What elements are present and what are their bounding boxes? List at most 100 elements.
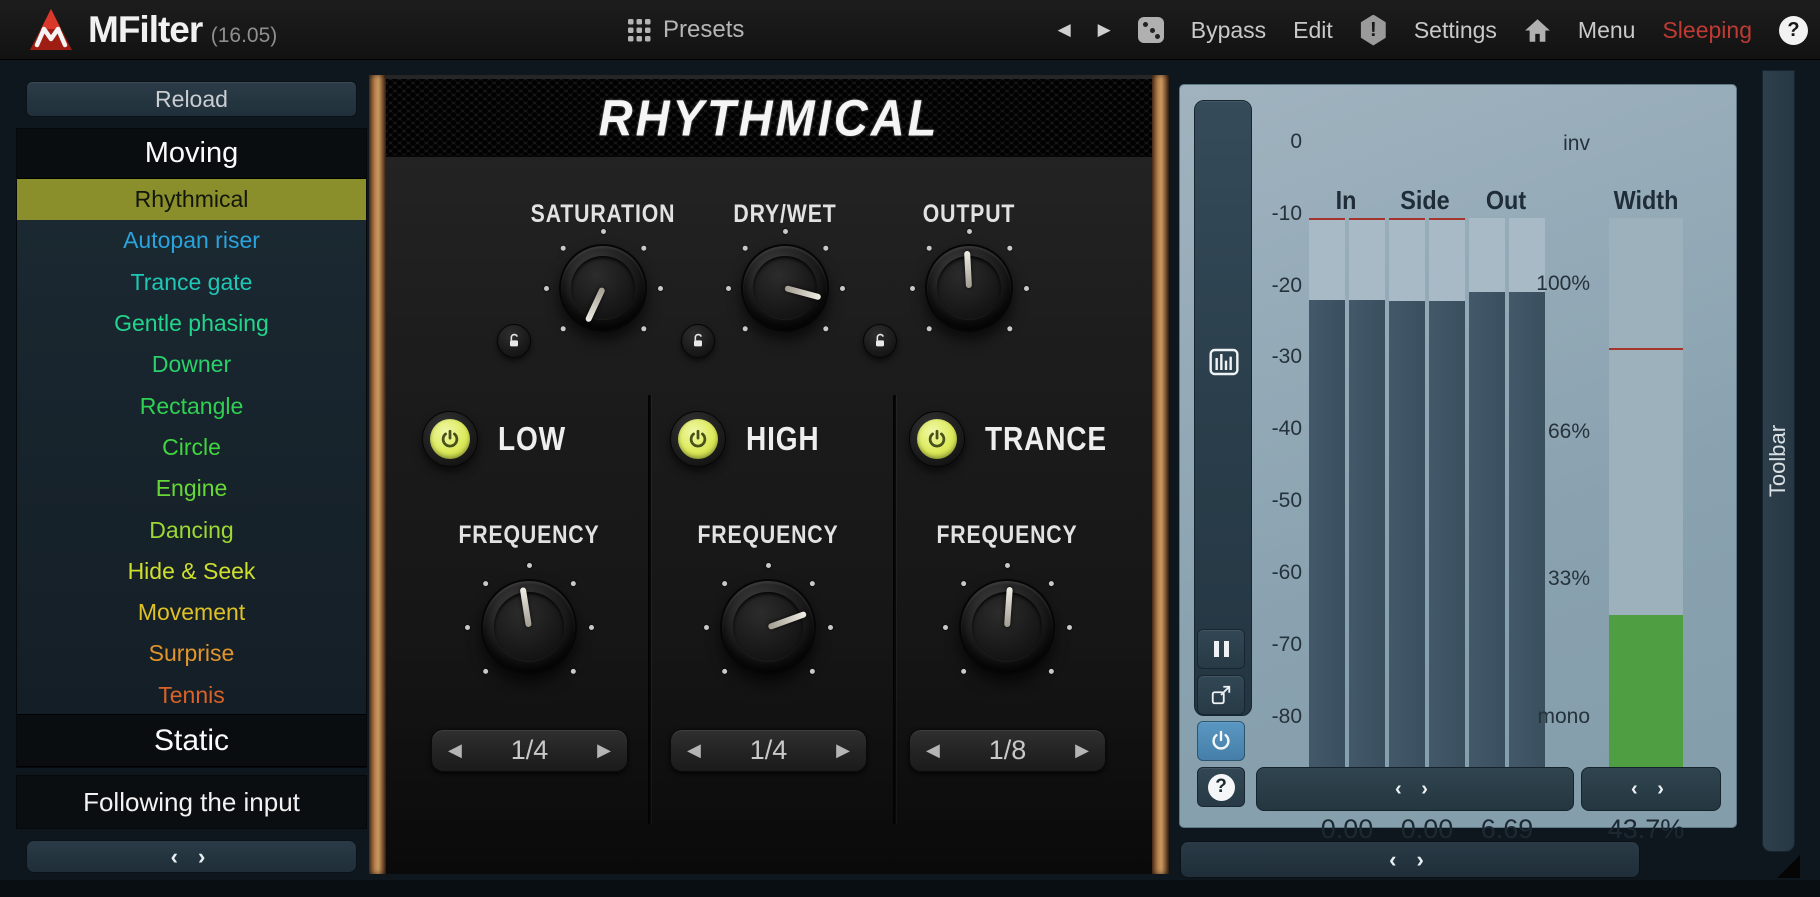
saturation-lock-icon[interactable]	[497, 324, 531, 358]
speaker-grille: RHYTHMICAL	[386, 79, 1152, 157]
decrement-icon[interactable]	[687, 740, 701, 761]
meters-help-button[interactable]: ?	[1197, 767, 1245, 807]
wood-trim-right	[1152, 75, 1169, 874]
settings-button[interactable]: Settings	[1414, 17, 1497, 44]
saturation-knob[interactable]	[559, 244, 647, 332]
division-value: 1/8	[940, 735, 1075, 766]
toolbar-collapse-strip[interactable]: Toolbar	[1762, 70, 1795, 852]
melda-logo-icon[interactable]	[28, 7, 74, 53]
analyzer-collapse-handle[interactable]	[1194, 100, 1252, 716]
division-value: 1/4	[462, 735, 597, 766]
bypass-button[interactable]: Bypass	[1191, 17, 1266, 44]
frequency-label: FREQUENCY	[905, 521, 1109, 550]
power-icon	[678, 419, 718, 459]
output-knob[interactable]	[925, 244, 1013, 332]
drywet-lock-icon[interactable]	[681, 324, 715, 358]
app-title: MFilter	[88, 9, 202, 50]
width-scrollbar[interactable]: ‹ ›	[1581, 767, 1721, 811]
knob-pointer	[1004, 586, 1013, 627]
trance-band-power-button[interactable]	[909, 411, 965, 467]
low-band-label: LOW	[498, 420, 566, 458]
meters-scrollbar[interactable]: ‹ ›	[1256, 767, 1574, 811]
preset-item[interactable]: Autopan riser	[17, 220, 366, 261]
drywet-knob[interactable]	[741, 244, 829, 332]
trance-frequency-knob[interactable]	[959, 579, 1055, 675]
knob-pointer	[784, 285, 821, 300]
preset-item-selected[interactable]: Rhythmical	[17, 179, 366, 220]
db-tick: -30	[1240, 345, 1302, 369]
popout-button[interactable]	[1197, 675, 1245, 715]
preset-item[interactable]: Rectangle	[17, 385, 366, 426]
top-toolbar: MFilter (16.05) Presets Bypass Edit Sett…	[0, 0, 1820, 60]
low-division-selector[interactable]: 1/4	[431, 729, 628, 772]
device-face: RHYTHMICAL SATURATION DRY/WET OUTPUT	[386, 75, 1152, 874]
preset-item[interactable]: Movement	[17, 592, 366, 633]
width-tick: mono	[1520, 705, 1590, 729]
warning-icon[interactable]	[1360, 15, 1387, 46]
preset-item[interactable]: Trance gate	[17, 262, 366, 303]
wood-trim-left	[369, 75, 386, 874]
scroll-chevrons-icon: ‹ ›	[1631, 778, 1671, 801]
low-frequency-knob[interactable]	[481, 579, 577, 675]
preset-item[interactable]: Hide & Seek	[17, 551, 366, 592]
presets-button[interactable]: Presets	[628, 0, 744, 60]
bottom-edge	[0, 880, 1820, 897]
trance-band-label: TRANCE	[985, 420, 1107, 458]
width-tick: 66%	[1520, 420, 1590, 444]
power-icon	[430, 419, 470, 459]
high-division-selector[interactable]: 1/4	[670, 729, 867, 772]
width-tick: 100%	[1520, 272, 1590, 296]
meter-panel: ? In Side Out Width 0 -10 -20 -30 -40 -5…	[1179, 84, 1737, 828]
decrement-icon[interactable]	[926, 740, 940, 761]
decrement-icon[interactable]	[448, 740, 462, 761]
home-icon[interactable]	[1524, 18, 1551, 43]
preset-item[interactable]: Circle	[17, 427, 366, 468]
low-band-power-button[interactable]	[422, 411, 478, 467]
preset-group-moving[interactable]: Moving	[17, 129, 366, 179]
bottom-scrollbar[interactable]: ‹ ›	[1180, 841, 1640, 878]
previous-preset-icon[interactable]	[1058, 20, 1071, 40]
preset-item[interactable]: Engine	[17, 468, 366, 509]
meter-out-left	[1469, 218, 1505, 810]
window-resize-grip[interactable]	[1777, 855, 1800, 878]
high-band-power-button[interactable]	[670, 411, 726, 467]
preset-item[interactable]: Surprise	[17, 633, 366, 674]
random-preset-icon[interactable]	[1138, 17, 1164, 43]
next-preset-icon[interactable]	[1098, 20, 1111, 40]
logo-wrap: MFilter (16.05)	[28, 7, 277, 53]
division-value: 1/4	[701, 735, 836, 766]
increment-icon[interactable]	[836, 740, 850, 761]
preset-item[interactable]: Tennis	[17, 675, 366, 716]
sleeping-status[interactable]: Sleeping	[1662, 17, 1752, 44]
meters-power-button[interactable]	[1197, 721, 1245, 761]
db-tick: -60	[1240, 561, 1302, 585]
help-icon[interactable]: ?	[1779, 16, 1808, 45]
increment-icon[interactable]	[597, 740, 611, 761]
band-divider	[648, 395, 651, 824]
drywet-label: DRY/WET	[683, 200, 887, 229]
output-lock-icon[interactable]	[863, 324, 897, 358]
reload-button[interactable]: Reload	[26, 81, 357, 117]
high-frequency-knob[interactable]	[720, 579, 816, 675]
plugin-window: MFilter (16.05) Presets Bypass Edit Sett…	[0, 0, 1820, 897]
trance-division-selector[interactable]: 1/8	[909, 729, 1106, 772]
edit-button[interactable]: Edit	[1293, 17, 1333, 44]
width-peak-line	[1609, 348, 1683, 350]
increment-icon[interactable]	[1075, 740, 1089, 761]
menu-button[interactable]: Menu	[1578, 17, 1636, 44]
power-icon	[1209, 729, 1233, 753]
preset-item[interactable]: Gentle phasing	[17, 303, 366, 344]
meter-width	[1609, 218, 1683, 810]
preset-item[interactable]: Dancing	[17, 509, 366, 550]
reload-label: Reload	[155, 86, 228, 113]
db-tick: -40	[1240, 417, 1302, 441]
pause-button[interactable]	[1197, 629, 1245, 669]
db-tick: -50	[1240, 489, 1302, 513]
meter-in-left	[1309, 218, 1345, 810]
sidebar-horizontal-scrollbar[interactable]: ‹ ›	[26, 840, 357, 873]
preset-group-static[interactable]: Static	[17, 714, 366, 767]
popout-icon	[1210, 684, 1232, 706]
preset-item[interactable]: Downer	[17, 344, 366, 385]
presets-label: Presets	[663, 16, 744, 44]
preset-group-following-the-input[interactable]: Following the input	[16, 775, 367, 829]
